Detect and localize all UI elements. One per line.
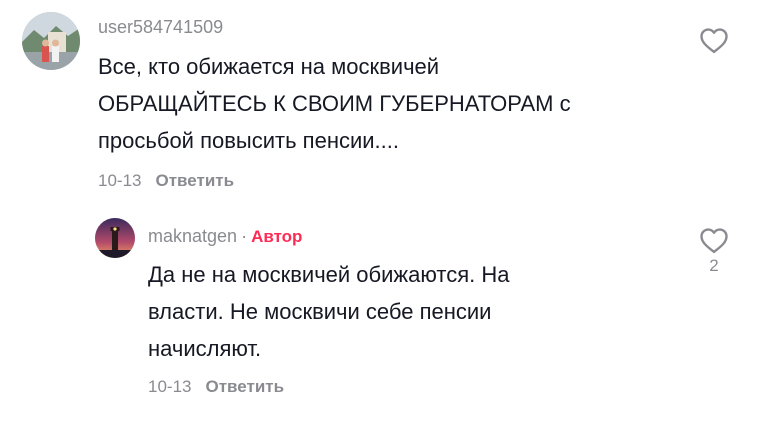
author-badge: Автор <box>251 227 303 246</box>
separator-dot: · <box>241 226 248 246</box>
comment-meta: 10-13 Ответить <box>98 171 234 191</box>
avatar[interactable] <box>22 12 80 70</box>
avatar[interactable] <box>95 218 135 258</box>
reply-button[interactable]: Ответить <box>155 171 234 190</box>
comment-text-line: власти. Не москвичи себе пенсии <box>148 299 492 324</box>
avatar-photo <box>22 12 80 70</box>
comment-text-line: начисляют. <box>148 336 262 361</box>
comment-username[interactable]: user584741509 <box>98 17 223 38</box>
reply-button[interactable]: Ответить <box>205 377 284 396</box>
comment-text: Все, кто обижается на москвичей ОБРАЩАЙТ… <box>98 48 571 159</box>
comment-text-line: Все, кто обижается на москвичей <box>98 54 440 79</box>
heart-outline-icon <box>700 28 728 54</box>
like-button[interactable]: 2 <box>697 226 731 276</box>
comment-text-line: просьбой повысить пенсии.... <box>98 128 399 153</box>
reply-header: maknatgen · Автор <box>148 226 302 247</box>
avatar-photo <box>95 218 135 258</box>
comment-date: 10-13 <box>148 377 192 396</box>
heart-outline-icon <box>700 228 728 254</box>
comment-username[interactable]: maknatgen <box>148 226 237 246</box>
like-count: 2 <box>709 256 719 275</box>
comment-meta: 10-13 Ответить <box>148 377 284 397</box>
comment-text: Да не на москвичей обижаются. На власти.… <box>148 256 510 367</box>
comment-text-line: ОБРАЩАЙТЕСЬ К СВОИМ ГУБЕРНАТОРАМ с <box>98 91 571 116</box>
comment-date: 10-13 <box>98 171 142 190</box>
like-button[interactable] <box>697 26 731 54</box>
comment-text-line: Да не на москвичей обижаются. На <box>148 262 510 287</box>
